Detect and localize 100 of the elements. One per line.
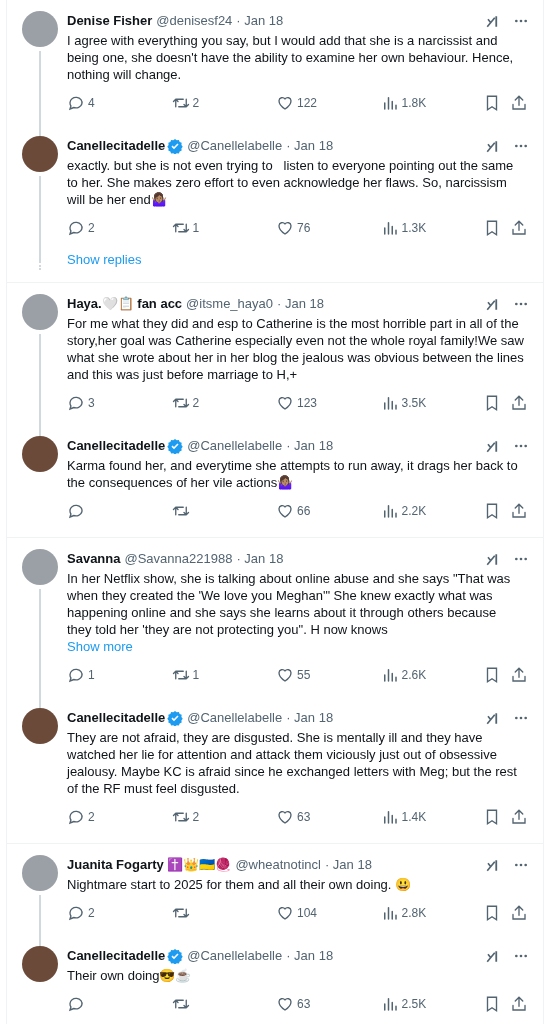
likes-count: 66 [297, 503, 311, 520]
user-name[interactable]: Canellecitadelle [67, 136, 166, 156]
user-name[interactable]: Savanna [67, 549, 121, 569]
replies-count: 3 [88, 395, 95, 412]
slash-icon[interactable] [485, 138, 500, 154]
more-icon[interactable] [514, 863, 528, 867]
slash-icon[interactable] [485, 857, 500, 873]
user-name[interactable]: Canellecitadelle [67, 946, 166, 966]
replies-count: 4 [88, 95, 95, 112]
post-date[interactable]: · Jan 18 [286, 946, 334, 966]
avatar[interactable] [22, 708, 58, 744]
views-count: 1.4K [401, 809, 427, 826]
post-date[interactable]: · Jan 18 [236, 549, 284, 569]
verified-badge-icon [167, 438, 184, 454]
replies-count: 1 [88, 667, 95, 684]
reposts-count: 2 [192, 95, 200, 112]
replies-count: 2 [88, 905, 95, 922]
user-name[interactable]: Canellecitadelle [67, 708, 166, 728]
share-icon[interactable] [510, 394, 528, 412]
post-text: I agree with everything you say, but I would add that she is a narcissist and being one, she doesn't have the ability to examine her own behaviour. Hence, nothing will change. [67, 32, 515, 83]
post-date[interactable]: · Jan 18 [286, 708, 334, 728]
slash-icon[interactable] [485, 710, 500, 726]
slash-icon[interactable] [485, 948, 500, 964]
more-icon[interactable] [514, 557, 528, 561]
avatar[interactable] [22, 136, 58, 172]
heart-icon[interactable] [276, 219, 294, 237]
avatar[interactable] [22, 436, 58, 472]
more-icon[interactable] [514, 302, 528, 306]
replies-count: 2 [88, 809, 95, 826]
post-text: Their own doing😎☕ [67, 967, 193, 984]
likes-count: 104 [297, 905, 318, 922]
reposts-count: 2 [192, 809, 200, 826]
views-count: 2.2K [401, 503, 427, 520]
views-count: 1.8K [401, 95, 427, 112]
user-name[interactable]: Canellecitadelle [67, 436, 166, 456]
verified-badge-icon [167, 948, 184, 964]
views-count: 1.3K [401, 220, 427, 237]
views-count: 2.5K [401, 996, 427, 1013]
likes-count: 63 [297, 809, 311, 826]
user-handle[interactable]: @Savanna221988 [124, 549, 233, 569]
share-icon[interactable] [510, 995, 528, 1013]
post-text: exactly. but she is not even trying to listen to everyone pointing out the same to her. She makes zero effort to even acknowledge her flaws. So, narcissism will be her end🤷🏽‍♀ [67, 157, 515, 208]
reply-icon[interactable] [67, 502, 85, 520]
likes-count: 123 [297, 395, 318, 412]
post-text: For me what they did and esp to Catherine is the most horrible part in all of the story,her goal was Catherine especially even not the whole royal family!We saw what she wrote about her in her blog the jealous was obvious between the lines and this was just before marriage to H,+ [67, 315, 525, 383]
views-count: 2.8K [401, 905, 427, 922]
share-icon[interactable] [510, 666, 528, 684]
verified-badge-icon [167, 710, 184, 726]
heart-icon[interactable] [276, 502, 294, 520]
reply-icon[interactable] [67, 219, 85, 237]
user-handle[interactable]: @Canellelabelle [187, 136, 283, 156]
post-date[interactable]: · Jan 18 [286, 136, 334, 156]
post-date[interactable]: · Jan 18 [286, 436, 334, 456]
verified-badge-icon [167, 138, 184, 154]
user-handle[interactable]: @Canellelabelle [187, 708, 283, 728]
heart-icon[interactable] [276, 94, 294, 112]
reply-icon[interactable] [67, 995, 85, 1013]
user-name[interactable]: Denise Fisher [67, 11, 153, 31]
reply-icon[interactable] [67, 94, 85, 112]
share-icon[interactable] [510, 502, 528, 520]
post-text: They are not afraid, they are disgusted. She is mentally ill and they have watched her lie for attention and attack them viciously just out of obsessive jealousy. Maybe KC is afraid since he exchanged letters with Meg; but the rest of the RF must feel disgusted. [67, 729, 518, 797]
avatar[interactable] [22, 946, 58, 982]
user-handle[interactable]: @itsme_haya0 [186, 294, 273, 314]
slash-icon[interactable] [485, 13, 500, 29]
reposts-count: 1 [192, 667, 200, 684]
user-handle[interactable]: @denisesf24 [156, 11, 233, 31]
more-icon[interactable] [514, 444, 528, 448]
likes-count: 55 [297, 667, 311, 684]
post-date[interactable]: · Jan 18 [277, 294, 324, 314]
slash-icon[interactable] [485, 551, 500, 567]
post-date[interactable]: · Jan 18 [324, 855, 372, 875]
reply-icon[interactable] [67, 904, 85, 922]
share-icon[interactable] [510, 94, 528, 112]
heart-icon[interactable] [276, 995, 294, 1013]
more-icon[interactable] [514, 19, 528, 23]
share-icon[interactable] [510, 219, 528, 237]
slash-icon[interactable] [485, 296, 500, 312]
share-icon[interactable] [510, 808, 528, 826]
heart-icon[interactable] [276, 808, 294, 826]
user-handle[interactable]: @Canellelabelle [187, 436, 283, 456]
heart-icon[interactable] [276, 394, 294, 412]
more-icon[interactable] [514, 144, 528, 148]
replies-count: 2 [88, 220, 95, 237]
heart-icon[interactable] [276, 904, 294, 922]
reply-icon[interactable] [67, 394, 85, 412]
slash-icon[interactable] [485, 438, 500, 454]
user-handle[interactable]: @Canellelabelle [187, 946, 283, 966]
reposts-count: 1 [192, 220, 200, 237]
share-icon[interactable] [510, 904, 528, 922]
reposts-count: 2 [192, 395, 200, 412]
user-name[interactable]: Juanita Fogarty ✝👑🇺🇦🧶 [67, 855, 232, 875]
post-date[interactable]: · Jan 18 [236, 11, 284, 31]
heart-icon[interactable] [276, 666, 294, 684]
reply-icon[interactable] [67, 666, 85, 684]
user-name[interactable]: Haya.🤍📋 fan acc [67, 294, 183, 314]
user-handle[interactable]: @wheatnotincl [235, 855, 321, 875]
reply-icon[interactable] [67, 808, 85, 826]
more-icon[interactable] [514, 954, 528, 958]
thread-line [39, 895, 41, 947]
more-icon[interactable] [514, 716, 528, 720]
